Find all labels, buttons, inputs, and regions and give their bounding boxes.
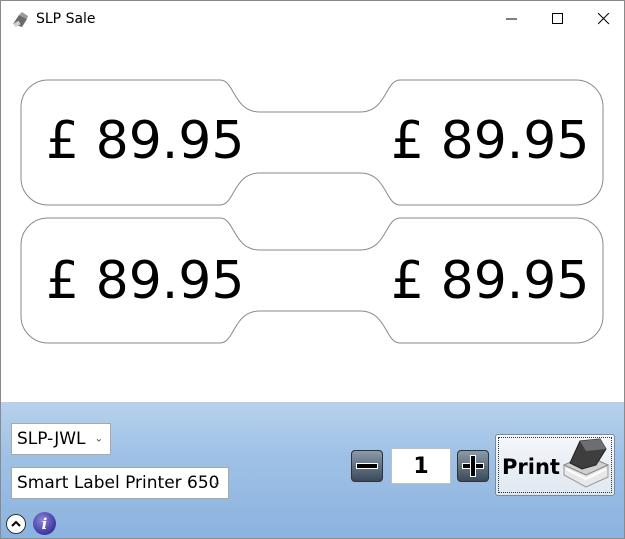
decrease-quantity-button[interactable] [351,450,383,482]
label-printer-icon [13,12,28,28]
printer-select[interactable]: Smart Label Printer 650 ⌄ [11,467,229,499]
print-button[interactable]: Print [495,434,615,496]
label-2-right-price: £ 89.95 [391,251,590,311]
chevron-down-icon: ⌄ [212,477,221,489]
label-type-value: SLP-JWL [17,429,86,449]
app-window: SLP Sale £ 89.95 £ 89.95 £ 89.95 £ 89.95… [0,0,625,539]
minimize-icon [506,18,517,20]
quantity-field[interactable]: 1 [391,448,451,484]
printer-value: Smart Label Printer 650 [17,473,220,493]
minimize-button[interactable] [489,1,535,37]
plus-icon [470,455,476,477]
minus-icon [356,463,378,469]
window-title: SLP Sale [36,11,96,27]
close-button[interactable] [581,1,624,37]
title-bar: SLP Sale [1,1,624,37]
label-preview: £ 89.95 £ 89.95 £ 89.95 £ 89.95 [1,37,624,401]
chevron-down-icon: ⌄ [94,433,103,445]
close-icon [598,13,610,25]
maximize-icon [552,13,563,24]
maximize-button[interactable] [535,1,581,37]
label-1-right-price: £ 89.95 [391,111,590,171]
info-button[interactable]: i [33,512,56,535]
label-1-left-price: £ 89.95 [46,111,245,171]
label-2-left-price: £ 89.95 [46,251,245,311]
printer-icon [562,438,610,488]
label-type-select[interactable]: SLP-JWL ⌄ [11,423,111,455]
increase-quantity-button[interactable] [457,450,489,482]
info-icon: i [41,514,48,533]
chevron-up-icon [11,520,21,527]
print-label: Print [502,455,560,479]
collapse-button[interactable] [6,514,26,534]
control-panel: SLP-JWL ⌄ Smart Label Printer 650 ⌄ 1 Pr… [1,402,624,538]
